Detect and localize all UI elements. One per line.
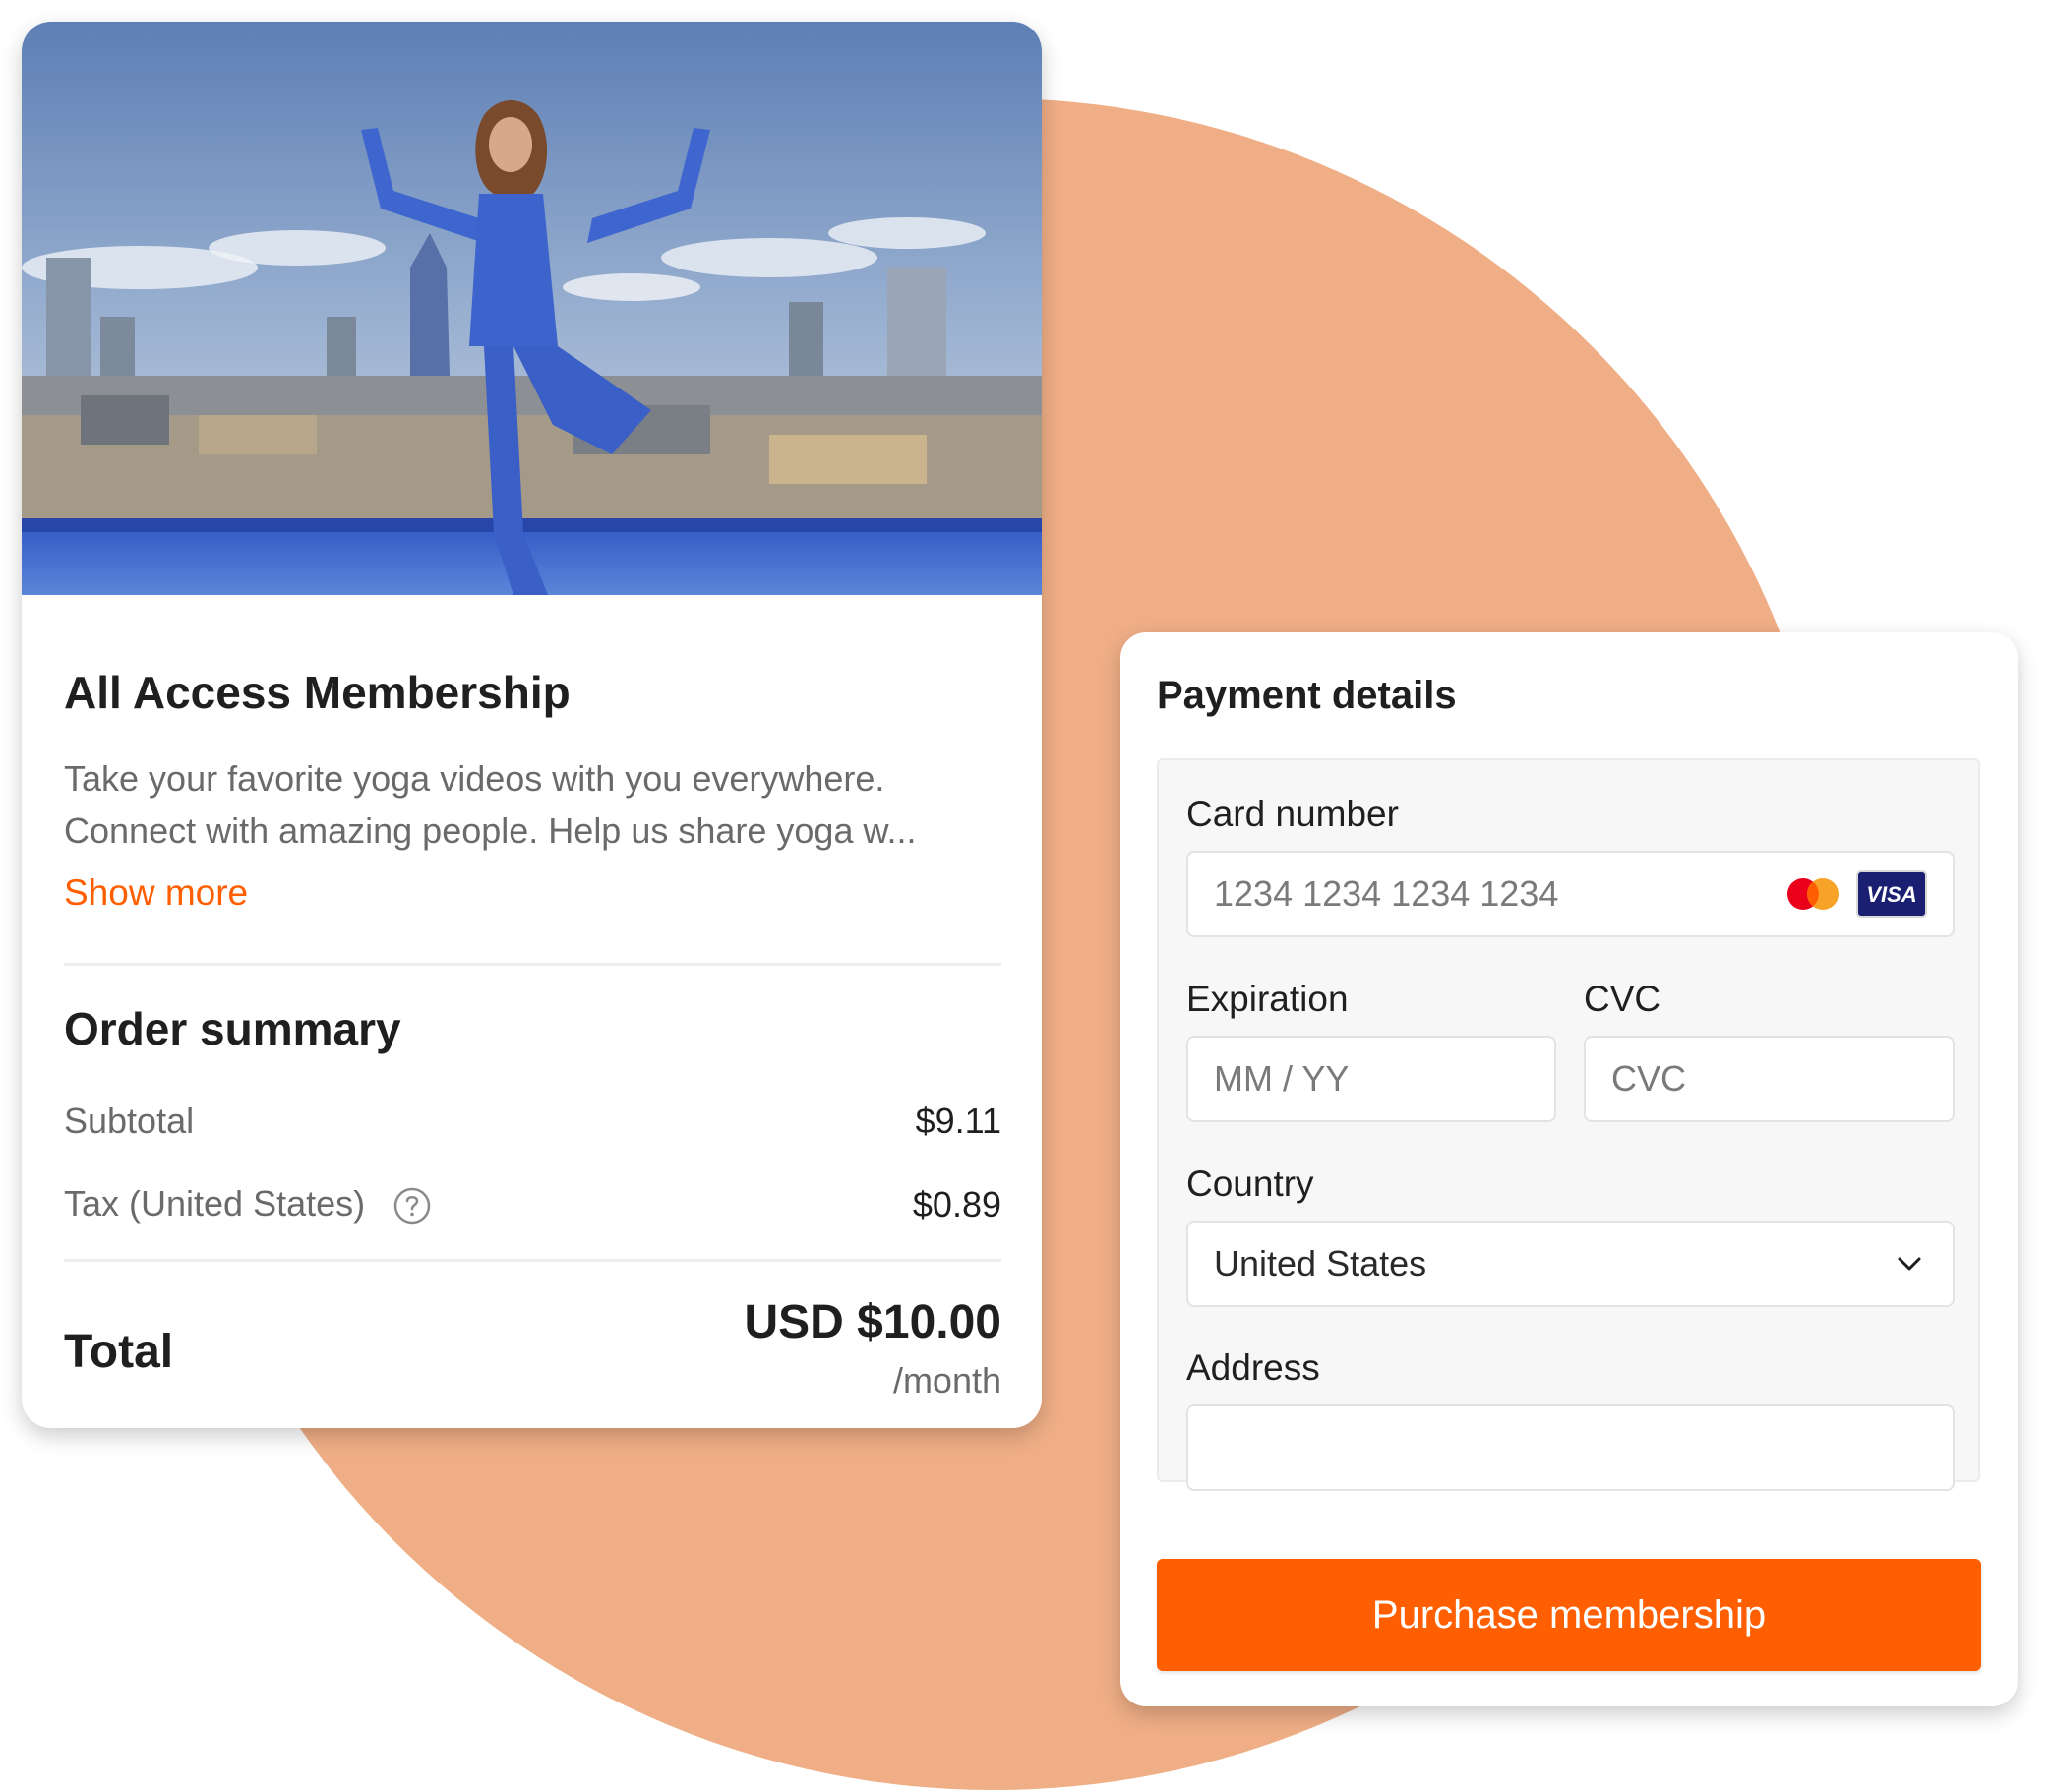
membership-title: All Access Membership <box>64 667 571 718</box>
subtotal-value: $9.11 <box>915 1101 1001 1141</box>
cvc-input[interactable]: CVC <box>1584 1036 1955 1122</box>
hero-image <box>22 22 1042 595</box>
card-number-input[interactable]: 1234 1234 1234 1234 VISA <box>1186 851 1955 937</box>
svg-text:VISA: VISA <box>1866 882 1916 907</box>
tax-label: Tax (United States) <box>64 1183 366 1224</box>
purchase-membership-button[interactable]: Purchase membership <box>1157 1559 1981 1671</box>
country-value: United States <box>1214 1243 1427 1284</box>
visa-icon: VISA <box>1856 870 1927 918</box>
cvc-label: CVC <box>1584 979 1661 1019</box>
tax-label-group: Tax (United States) <box>64 1183 432 1225</box>
total-amount: USD $10.00 <box>744 1296 1002 1348</box>
country-label: Country <box>1186 1164 1314 1204</box>
question-circle-icon[interactable] <box>392 1186 432 1225</box>
chevron-down-icon <box>1898 1257 1921 1271</box>
card-brands: VISA <box>1781 870 1927 918</box>
card-number-placeholder: 1234 1234 1234 1234 <box>1214 873 1559 914</box>
expiration-input[interactable]: MM / YY <box>1186 1036 1556 1122</box>
tax-value: $0.89 <box>912 1183 1001 1225</box>
show-more-link[interactable]: Show more <box>64 872 248 914</box>
order-summary-title: Order summary <box>64 1003 401 1054</box>
country-select[interactable]: United States <box>1186 1221 1955 1307</box>
total-period: /month <box>892 1360 1001 1401</box>
divider <box>64 1259 1001 1262</box>
divider <box>64 963 1001 966</box>
page: All Access Membership Take your favorite… <box>0 0 2052 1792</box>
yoga-rooftop-illustration <box>22 22 1042 595</box>
expiration-label: Expiration <box>1186 979 1349 1019</box>
address-label: Address <box>1186 1347 1320 1388</box>
description-line-2: Connect with amazing people. Help us sha… <box>64 810 917 851</box>
mastercard-icon <box>1787 878 1839 910</box>
total-label: Total <box>64 1326 174 1378</box>
subtotal-row: Subtotal $9.11 <box>64 1101 1001 1142</box>
tax-row: Tax (United States) $0.89 <box>64 1183 1001 1225</box>
cvc-placeholder: CVC <box>1611 1058 1687 1099</box>
expiration-placeholder: MM / YY <box>1214 1058 1350 1099</box>
address-input[interactable] <box>1186 1404 1955 1491</box>
payment-card: Payment details Card number 1234 1234 12… <box>1120 632 2018 1706</box>
card-number-label: Card number <box>1186 794 1399 834</box>
membership-card: All Access Membership Take your favorite… <box>22 22 1042 1428</box>
payment-form: Card number 1234 1234 1234 1234 VISA Exp… <box>1157 758 1980 1491</box>
payment-details-title: Payment details <box>1157 674 1457 717</box>
description-line-1: Take your favorite yoga videos with you … <box>64 758 885 799</box>
membership-description: Take your favorite yoga videos with you … <box>64 752 1001 857</box>
subtotal-label: Subtotal <box>64 1101 195 1141</box>
